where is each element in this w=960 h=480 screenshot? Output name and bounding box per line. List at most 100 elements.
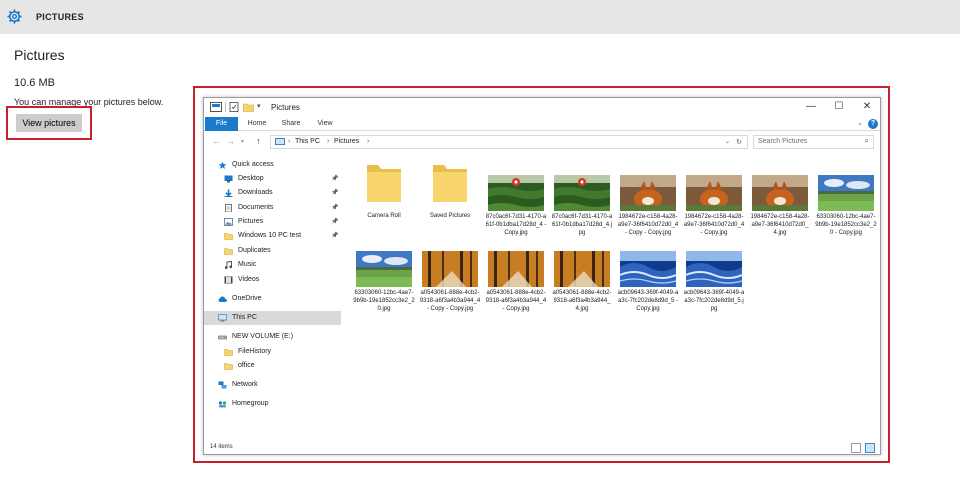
tab-share[interactable]: Share	[276, 117, 306, 131]
sidebar-item-downloads[interactable]: Downloads 📌	[204, 186, 341, 200]
sidebar-item-new-volume-e[interactable]: NEW VOLUME (E:)	[204, 330, 341, 344]
expand-ribbon-icon[interactable]: ⌄	[857, 119, 863, 127]
tab-view[interactable]: View	[310, 117, 340, 131]
sidebar-item-label: Documents	[238, 204, 274, 211]
up-arrow-icon[interactable]: ↑	[256, 136, 261, 146]
sidebar-item-music[interactable]: Music	[204, 258, 341, 272]
close-icon[interactable]: ✕	[854, 99, 880, 115]
minimize-icon[interactable]: —	[798, 99, 824, 115]
image-tile[interactable]: 1984672e-c158-4a28-a9e7-36f6410d72d0_4 -…	[683, 154, 745, 236]
new-folder-icon[interactable]	[243, 102, 254, 112]
back-arrow-icon[interactable]: ←	[212, 136, 221, 146]
pictures-icon	[224, 218, 233, 226]
navigation-pane: Quick access Desktop 📌 Downloads 📌 Documents 📌…	[204, 154, 341, 439]
address-dropdown-icon[interactable]: ⌄	[725, 138, 730, 145]
image-tile[interactable]: a0543061-888e-4cb2-9318-a6f3a4b3a944_4 -…	[485, 231, 547, 312]
image-thumbnail	[620, 251, 676, 287]
computer-icon	[218, 314, 227, 322]
image-tile[interactable]: 63303060-12bc-4ae7-9b9b-19e1852cc3e2_20.…	[353, 231, 415, 312]
pin-icon: 📌	[331, 190, 339, 196]
details-view-icon[interactable]	[851, 443, 861, 453]
sidebar-item-label: Music	[238, 261, 257, 268]
view-button-highlight: View pictures	[6, 106, 92, 140]
properties-icon[interactable]	[229, 102, 239, 112]
sidebar-item-label: Downloads	[238, 189, 273, 196]
customize-qat-icon[interactable]: ▾	[257, 102, 265, 112]
file-name: Camera Roll	[367, 213, 401, 219]
image-tile[interactable]: 1984672e-c158-4a28-a9e7-36f6410d72d0_4 -…	[617, 154, 679, 236]
sidebar-item-label: Pictures	[238, 218, 264, 225]
image-thumbnail	[488, 175, 544, 211]
image-tile[interactable]: 87c0ac6f-7d31-4170-a61f-0b1dba17d28d_4 -…	[485, 154, 547, 236]
sidebar-item-label: Quick access	[232, 161, 274, 168]
refresh-icon[interactable]: ↻	[736, 138, 742, 146]
address-row: ← → ▾ ↑ › This PC › Pictures › ⌄ ↻ Searc…	[204, 132, 880, 152]
sidebar-item-documents[interactable]: Documents 📌	[204, 201, 341, 215]
sidebar-item-duplicates[interactable]: Duplicates	[204, 244, 341, 258]
sidebar-item-this-pc[interactable]: This PC	[204, 311, 341, 325]
maximize-icon[interactable]: ☐	[826, 99, 852, 115]
search-icon[interactable]: ⌕	[865, 136, 869, 146]
folder-tile[interactable]: Saved Pictures	[419, 154, 481, 232]
pin-icon: 📌	[331, 219, 339, 225]
sidebar-item-label: NEW VOLUME (E:)	[232, 333, 294, 340]
pc-small-icon	[275, 138, 285, 145]
sidebar-item-desktop[interactable]: Desktop 📌	[204, 172, 341, 186]
sidebar-item-onedrive[interactable]: OneDrive	[204, 292, 341, 306]
image-tile[interactable]: acb09643-369f-4049-aa3c-7fc202de8d9d_5 -…	[617, 231, 679, 312]
sidebar-item-filehistory[interactable]: FileHistory	[204, 345, 341, 359]
drive-icon	[218, 335, 227, 340]
image-thumbnail	[488, 251, 544, 287]
documents-icon	[225, 204, 232, 212]
image-tile[interactable]: a0543061-888e-4cb2-9318-a6f3a4b3a944_4.j…	[551, 231, 613, 312]
breadcrumb-pictures[interactable]: Pictures	[334, 138, 359, 145]
gear-icon[interactable]	[7, 9, 22, 24]
forward-arrow-icon[interactable]: →	[226, 136, 235, 146]
address-bar[interactable]: › This PC › Pictures › ⌄ ↻	[270, 135, 748, 149]
tab-file[interactable]: File	[205, 117, 238, 131]
file-name: a0543061-888e-4cb2-9318-a6f3a4b3a944_4.j…	[552, 290, 612, 312]
sidebar-item-pictures[interactable]: Pictures 📌	[204, 215, 341, 229]
explorer-app-icon	[210, 102, 222, 112]
file-name: Saved Pictures	[429, 213, 471, 219]
image-tile[interactable]: 63303060-12bc-4ae7-9b9b-19e1852cc3e2_20 …	[815, 154, 877, 236]
folder-icon	[224, 363, 233, 370]
ribbon-tabs: File Home Share View ⌄ ?	[204, 117, 880, 131]
sidebar-item-network[interactable]: Network	[204, 378, 341, 392]
image-tile[interactable]: acb09643-369f-4049-aa3c-7fc202de8d9d_5.j…	[683, 231, 745, 312]
sidebar-item-label: Videos	[238, 276, 260, 283]
image-thumbnail	[554, 175, 610, 211]
sidebar-item-office[interactable]: office	[204, 359, 341, 373]
pin-icon: 📌	[331, 176, 339, 182]
videos-icon	[224, 276, 233, 284]
image-tile[interactable]: 87c0ac6f-7d31-4170-a61f-0b1dba17d28d_4.j…	[551, 154, 613, 236]
file-list: Camera Roll Saved Pictures 87c0ac6f-7d31-4…	[343, 154, 880, 439]
folder-icon	[224, 349, 233, 356]
view-pictures-button[interactable]: View pictures	[16, 114, 82, 132]
file-name: 63303060-12bc-4ae7-9b9b-19e1852cc3e2_20.…	[353, 290, 415, 312]
sidebar-item-windows-10-pc-test[interactable]: Windows 10 PC test 📌	[204, 229, 341, 243]
sidebar-item-homegroup[interactable]: Homegroup	[204, 397, 341, 411]
folder-icon	[367, 165, 401, 202]
tab-home[interactable]: Home	[242, 117, 272, 131]
window-title: Pictures	[271, 103, 300, 112]
sidebar-item-label: Desktop	[238, 175, 264, 182]
pin-icon: 📌	[331, 205, 339, 211]
file-name: acb09643-369f-4049-aa3c-7fc202de8d9d_5.j…	[683, 290, 745, 312]
search-input[interactable]: Search Pictures ⌕	[753, 135, 874, 149]
folder-tile[interactable]: Camera Roll	[353, 154, 415, 232]
sidebar-item-videos[interactable]: Videos	[204, 273, 341, 287]
help-icon[interactable]: ?	[868, 119, 878, 129]
large-icons-view-icon[interactable]	[865, 443, 875, 453]
breadcrumb-this-pc[interactable]: This PC	[295, 138, 320, 145]
image-thumbnail	[686, 175, 742, 211]
image-thumbnail	[818, 175, 874, 211]
file-name: 1984672e-c158-4a28-a9e7-36f6410d72d0_4.j…	[750, 214, 810, 236]
image-thumbnail	[620, 175, 676, 211]
recent-locations-icon[interactable]: ▾	[241, 138, 244, 145]
sidebar-item-label: Homegroup	[232, 400, 269, 407]
sidebar-item-quick-access[interactable]: Quick access	[204, 158, 341, 172]
image-tile[interactable]: 1984672e-c158-4a28-a9e7-36f6410d72d0_4.j…	[749, 154, 811, 236]
download-icon	[224, 189, 233, 197]
image-tile[interactable]: a0543061-888e-4cb2-9318-a6f3a4b3a944_4 -…	[419, 231, 481, 312]
